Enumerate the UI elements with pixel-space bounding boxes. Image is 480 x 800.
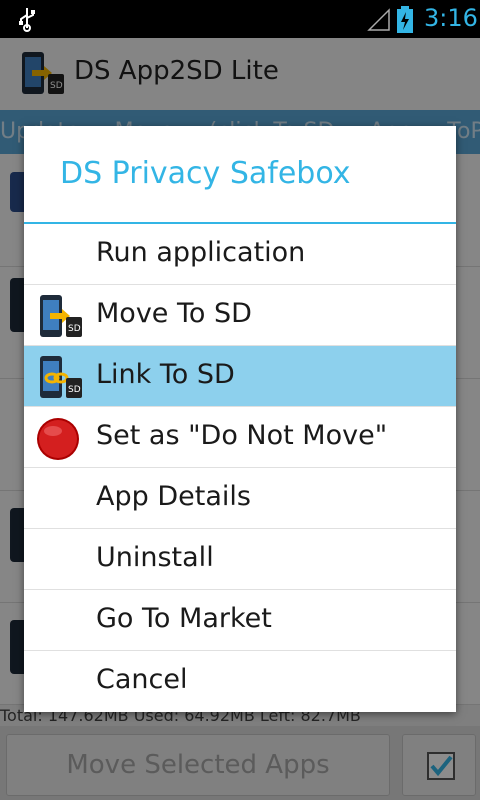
link-to-sd-icon: SD bbox=[36, 354, 84, 406]
menu-item-move-to-sd[interactable]: SD Move To SD bbox=[24, 285, 456, 346]
menu-item-label: Go To Market bbox=[96, 603, 272, 634]
menu-item-label: Move To SD bbox=[96, 298, 252, 329]
menu-item-cancel[interactable]: Cancel bbox=[24, 651, 456, 711]
menu-item-label: Cancel bbox=[96, 664, 188, 695]
svg-text:SD: SD bbox=[68, 385, 81, 395]
menu-item-app-details[interactable]: App Details bbox=[24, 468, 456, 529]
battery-icon bbox=[396, 6, 414, 38]
do-not-move-icon bbox=[36, 415, 84, 467]
menu-item-uninstall[interactable]: Uninstall bbox=[24, 529, 456, 590]
signal-icon bbox=[367, 8, 391, 36]
move-to-sd-icon: SD bbox=[36, 293, 84, 345]
menu-item-label: App Details bbox=[96, 481, 251, 512]
usb-icon bbox=[14, 6, 40, 36]
svg-text:SD: SD bbox=[68, 324, 81, 334]
menu-item-go-to-market[interactable]: Go To Market bbox=[24, 590, 456, 651]
menu-item-link-to-sd[interactable]: SD Link To SD bbox=[24, 346, 456, 407]
status-time: 3:16 bbox=[424, 4, 478, 32]
menu-item-do-not-move[interactable]: Set as "Do Not Move" bbox=[24, 407, 456, 468]
dialog-menu: Run application SD Move To SD SD Link To… bbox=[24, 224, 456, 711]
menu-item-label: Set as "Do Not Move" bbox=[96, 420, 388, 451]
context-menu-dialog: DS Privacy Safebox Run application SD Mo… bbox=[24, 126, 456, 712]
dialog-title: DS Privacy Safebox bbox=[60, 156, 351, 191]
menu-item-label: Link To SD bbox=[96, 359, 235, 390]
menu-item-label: Run application bbox=[96, 237, 306, 268]
menu-item-label: Uninstall bbox=[96, 542, 214, 573]
menu-item-run-application[interactable]: Run application bbox=[24, 224, 456, 285]
status-bar: 3:16 bbox=[0, 0, 480, 38]
